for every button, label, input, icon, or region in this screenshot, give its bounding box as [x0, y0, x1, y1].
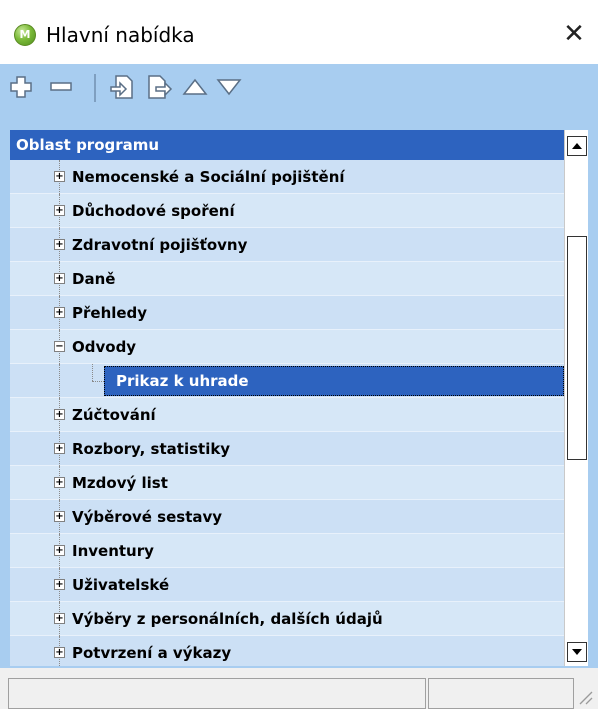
tree-item-label: Potvrzení a výkazy — [72, 644, 232, 662]
toolbar-separator — [94, 74, 96, 102]
tree-item-label: Výběrové sestavy — [72, 508, 223, 526]
tree-item-label: Nemocenské a Sociální pojištění — [72, 168, 345, 186]
expand-icon[interactable]: + — [54, 409, 65, 420]
app-logo-icon: M — [14, 24, 36, 46]
tree-panel: Oblast programu + Nemocenské a Sociální p… — [0, 114, 598, 668]
program-area-tree: Oblast programu + Nemocenské a Sociální p… — [10, 130, 564, 666]
import-button[interactable] — [108, 72, 138, 102]
tree-item[interactable]: + Potvrzení a výkazy — [10, 636, 564, 666]
expand-icon[interactable]: + — [54, 579, 65, 590]
arrow-down-icon — [572, 649, 582, 655]
close-button[interactable]: ✕ — [554, 14, 594, 54]
add-button[interactable] — [6, 72, 36, 102]
scrollbar-thumb[interactable] — [567, 236, 587, 460]
status-bar — [0, 668, 598, 709]
toolbar — [0, 64, 598, 114]
add-icon — [10, 76, 32, 98]
tree-item-label: Výběry z personálních, dalších údajů — [72, 610, 383, 628]
tree-item-label: Inventury — [72, 542, 154, 560]
tree-branch-line — [92, 364, 93, 381]
resize-grip-icon[interactable] — [574, 686, 594, 706]
tree-item[interactable]: + Výběry z personálních, dalších údajů — [10, 602, 564, 636]
export-button[interactable] — [144, 72, 174, 102]
arrow-up-icon — [572, 143, 582, 149]
tree-item[interactable]: + Uživatelské — [10, 568, 564, 602]
move-up-button[interactable] — [180, 72, 210, 102]
tree-item[interactable]: + Mzdový list — [10, 466, 564, 500]
status-pane-secondary — [428, 678, 574, 709]
tree-item[interactable]: + Důchodové spoření — [10, 194, 564, 228]
expand-icon[interactable]: + — [54, 273, 65, 284]
expand-icon[interactable]: + — [54, 205, 65, 216]
expand-icon[interactable]: + — [54, 307, 65, 318]
title-bar: M Hlavní nabídka ✕ — [0, 0, 598, 65]
expand-icon[interactable]: + — [54, 613, 65, 624]
tree-item[interactable]: + Přehledy — [10, 296, 564, 330]
tree-item-selected[interactable]: Prikaz k uhrade — [10, 364, 564, 398]
move-down-icon — [216, 79, 242, 96]
collapse-icon[interactable]: − — [54, 341, 65, 352]
status-pane-main — [8, 678, 426, 709]
export-icon — [148, 75, 173, 99]
tree-item-label: Přehledy — [72, 304, 148, 322]
expand-icon[interactable]: + — [54, 171, 65, 182]
expand-icon[interactable]: + — [54, 511, 65, 522]
tree-item[interactable]: − Odvody — [10, 330, 564, 364]
tree-branch-line — [92, 381, 104, 382]
scroll-up-button[interactable] — [567, 136, 587, 156]
tree-guide-line — [59, 364, 60, 398]
tree-item-label: Zdravotní pojišťovny — [72, 236, 248, 254]
remove-button[interactable] — [46, 72, 76, 102]
expand-icon[interactable]: + — [54, 647, 65, 658]
tree-item-label: Rozbory, statistiky — [72, 440, 231, 458]
move-down-button[interactable] — [214, 72, 244, 102]
window-title: Hlavní nabídka — [46, 23, 195, 47]
tree-item[interactable]: + Daně — [10, 262, 564, 296]
expand-icon[interactable]: + — [54, 477, 65, 488]
tree-item-label: Mzdový list — [72, 474, 168, 492]
tree-item-label: Prikaz k uhrade — [116, 372, 249, 390]
tree-item[interactable]: + Zúčtování — [10, 398, 564, 432]
app-logo-letter: M — [19, 28, 31, 41]
tree-item-label: Uživatelské — [72, 576, 170, 594]
tree-item-label: Daně — [72, 270, 116, 288]
tree-item[interactable]: + Inventury — [10, 534, 564, 568]
tree-item[interactable]: + Výběrové sestavy — [10, 500, 564, 534]
tree-item[interactable]: + Zdravotní pojišťovny — [10, 228, 564, 262]
remove-icon — [50, 82, 72, 91]
expand-icon[interactable]: + — [54, 545, 65, 556]
expand-icon[interactable]: + — [54, 239, 65, 250]
tree-item[interactable]: + Nemocenské a Sociální pojištění — [10, 160, 564, 194]
tree-item-label: Důchodové spoření — [72, 202, 235, 220]
scroll-down-button[interactable] — [567, 642, 587, 662]
tree-header[interactable]: Oblast programu — [10, 130, 564, 160]
tree-item-label: Odvody — [72, 338, 137, 356]
tree-item-label: Zúčtování — [72, 406, 156, 424]
import-icon — [110, 75, 133, 99]
tree-item[interactable]: + Rozbory, statistiky — [10, 432, 564, 466]
vertical-scrollbar[interactable] — [564, 130, 588, 666]
expand-icon[interactable]: + — [54, 443, 65, 454]
move-up-icon — [182, 78, 208, 95]
